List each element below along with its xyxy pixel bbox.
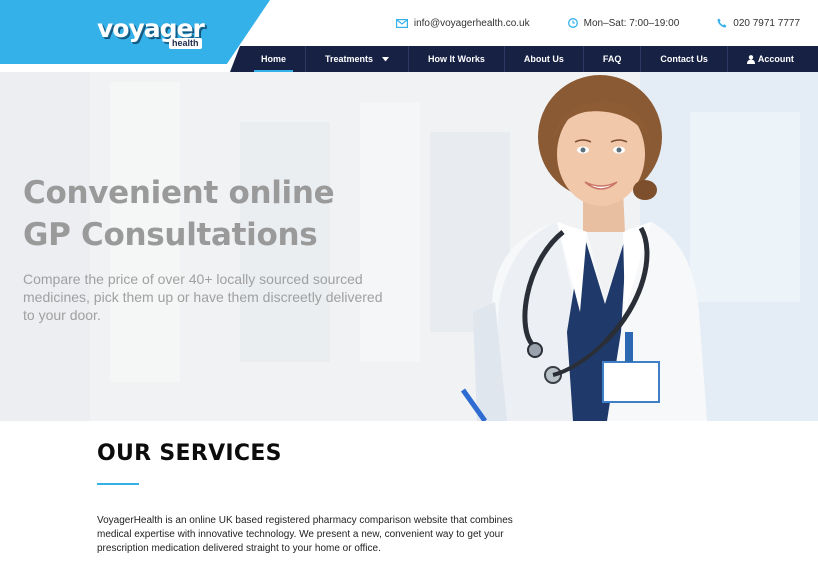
envelope-icon <box>395 18 408 28</box>
nav-account[interactable]: Account <box>728 46 813 72</box>
nav-about-us-label: About Us <box>523 54 564 64</box>
hero-title: Convenient online GP Consultations <box>23 172 383 256</box>
contact-hours-text: Mon–Sat: 7:00–19:00 <box>583 17 680 29</box>
nav-home-label: Home <box>261 54 287 64</box>
contact-hours: Mon–Sat: 7:00–19:00 <box>567 17 680 29</box>
hero-title-line1: Convenient online <box>23 175 335 211</box>
nav-treatments[interactable]: Treatments <box>306 46 410 72</box>
caret-down-icon <box>382 56 390 61</box>
nav-faq[interactable]: FAQ <box>584 46 642 72</box>
main-nav: Home Treatments How It Works About Us FA… <box>230 46 818 72</box>
nav-contact-us[interactable]: Contact Us <box>641 46 728 72</box>
services-heading: OUR SERVICES <box>97 441 282 466</box>
logo-subtext: health <box>169 38 202 49</box>
hero-description: Compare the price of over 40+ locally so… <box>23 271 383 323</box>
services-divider <box>97 483 139 485</box>
contact-email[interactable]: info@voyagerhealth.co.uk <box>395 17 530 29</box>
nav-about-us[interactable]: About Us <box>505 46 584 72</box>
contact-email-text: info@voyagerhealth.co.uk <box>413 17 530 29</box>
services-description: VoyagerHealth is an online UK based regi… <box>97 515 513 554</box>
nav-how-it-works[interactable]: How It Works <box>409 46 505 72</box>
nav-home[interactable]: Home <box>242 46 307 72</box>
user-icon <box>746 54 755 64</box>
phone-icon <box>717 18 727 28</box>
contact-bar: info@voyagerhealth.co.uk Mon–Sat: 7:00–1… <box>290 0 818 46</box>
hero-banner: Convenient online GP Consultations Compa… <box>0 72 818 421</box>
nav-how-it-works-label: How It Works <box>428 54 485 64</box>
nav-faq-label: FAQ <box>602 54 622 64</box>
site-logo[interactable]: voyager health <box>97 14 207 49</box>
nav-treatments-label: Treatments <box>325 54 374 64</box>
contact-phone[interactable]: 020 7971 7777 <box>717 18 800 29</box>
clock-icon <box>567 18 578 28</box>
hero-title-line2: GP Consultations <box>23 217 318 253</box>
nav-contact-us-label: Contact Us <box>660 54 708 64</box>
contact-phone-text: 020 7971 7777 <box>733 17 800 29</box>
nav-account-label: Account <box>757 54 794 64</box>
doctor-photo <box>460 75 707 421</box>
